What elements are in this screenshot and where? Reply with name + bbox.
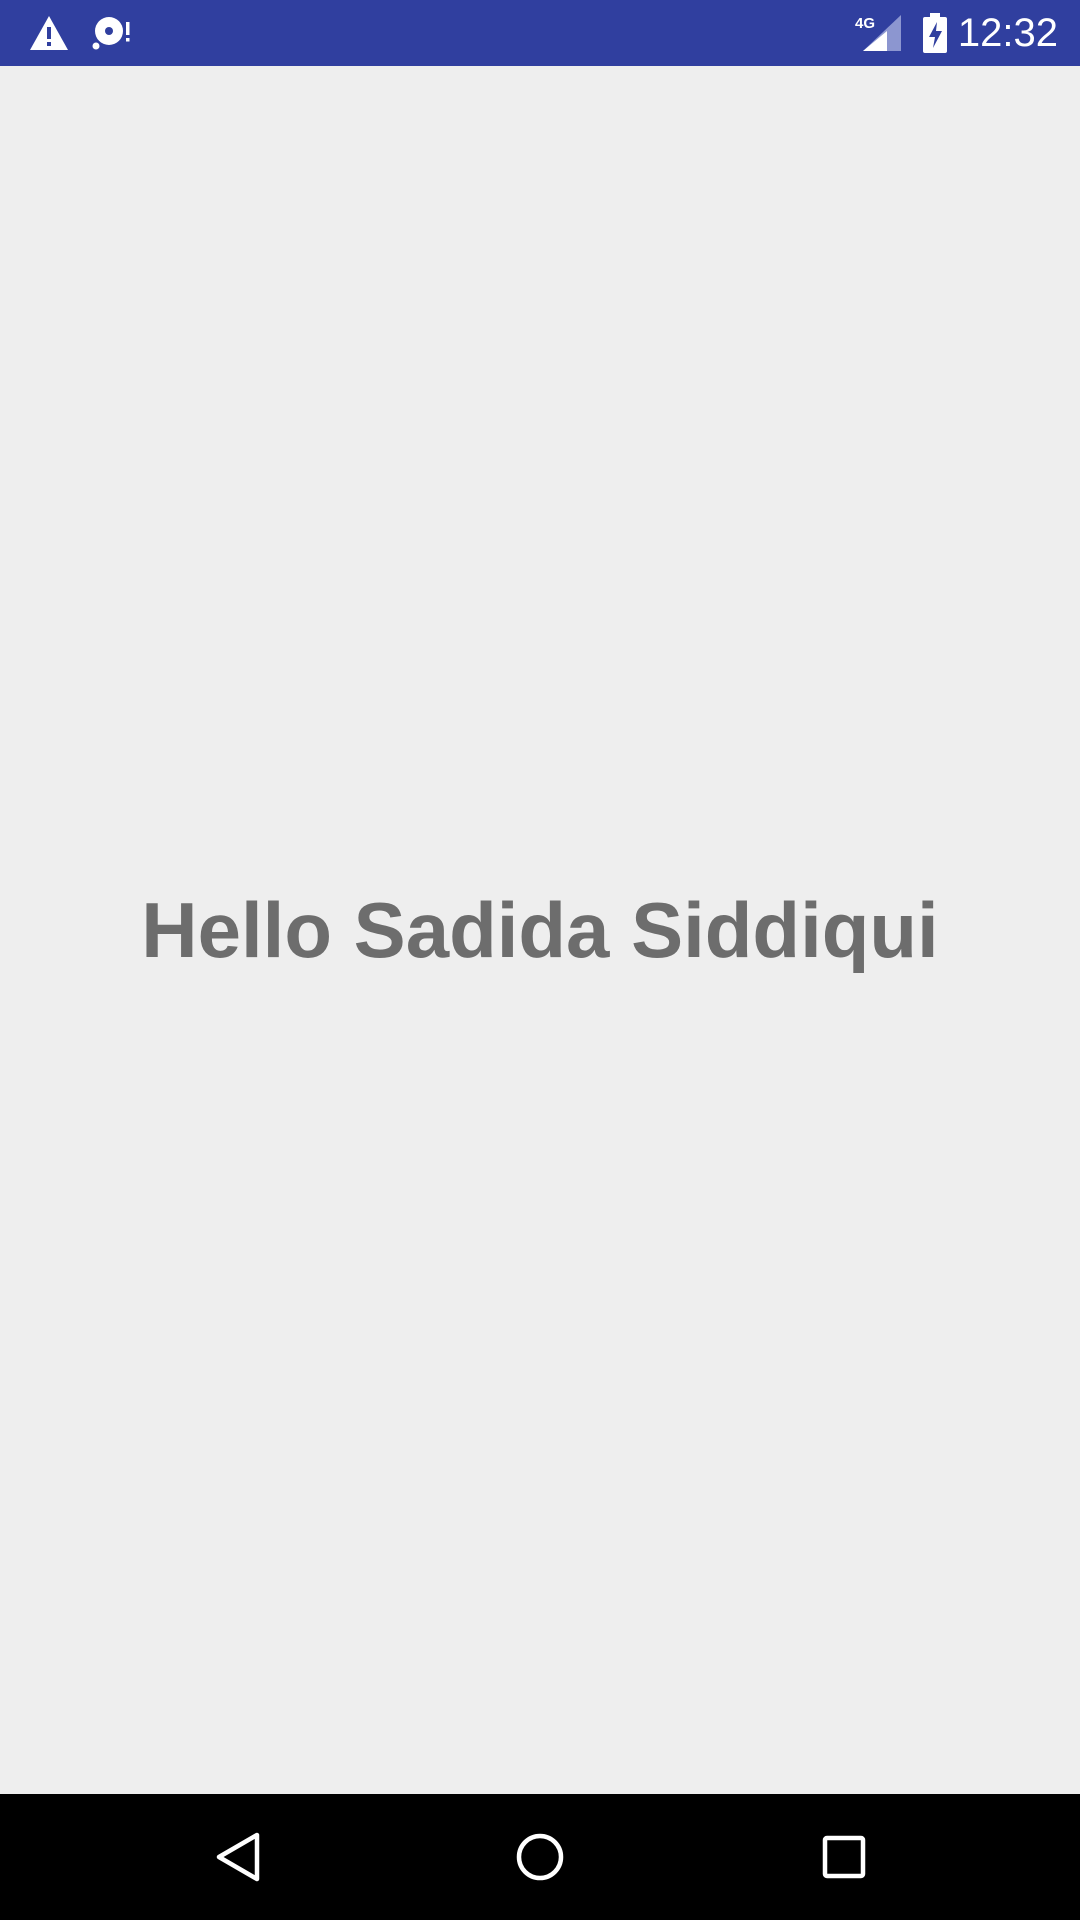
- back-icon[interactable]: [158, 1794, 318, 1920]
- network-type-label: 4G: [855, 15, 875, 32]
- navigation-bar: [0, 1794, 1080, 1920]
- recents-icon[interactable]: [764, 1794, 924, 1920]
- warning-icon: [26, 0, 72, 66]
- signal-icon: 4G: [852, 0, 904, 66]
- status-bar: 4G 12:32: [0, 0, 1080, 66]
- main-content: Hello Sadida Siddiqui: [0, 66, 1080, 1794]
- status-clock: 12:32: [957, 11, 1058, 55]
- battery-charging-icon: [918, 0, 952, 66]
- home-icon[interactable]: [460, 1794, 620, 1920]
- greeting-text: Hello Sadida Siddiqui: [141, 885, 939, 974]
- sd-card-alert-icon: [90, 0, 134, 66]
